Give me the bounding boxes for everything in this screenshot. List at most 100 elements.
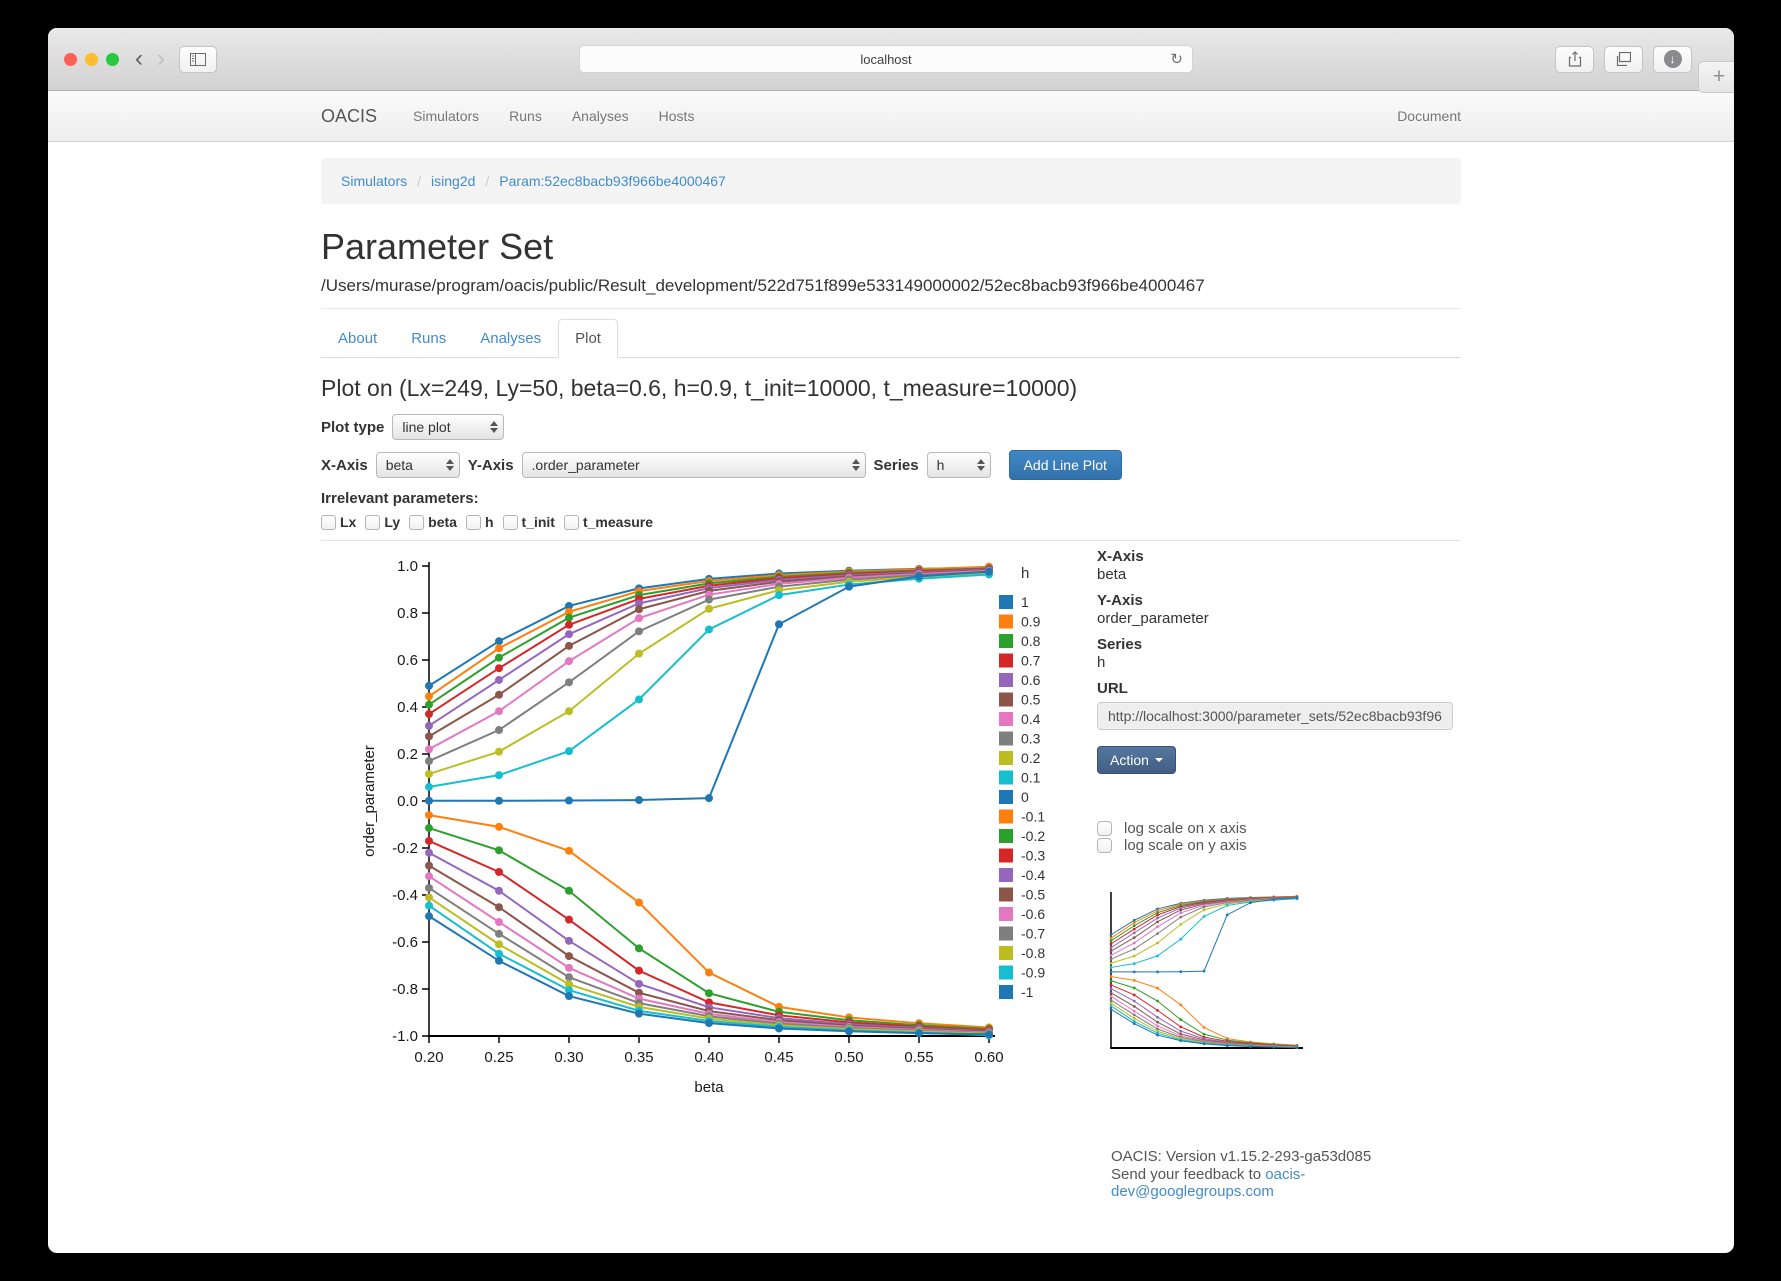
nav-item-hosts[interactable]: Hosts — [659, 108, 695, 124]
log-y-label: log scale on y axis — [1124, 836, 1247, 854]
y-axis-label: Y-Axis — [467, 456, 514, 474]
close-window-button[interactable] — [64, 52, 77, 66]
nav-item-analyses[interactable]: Analyses — [572, 108, 629, 124]
breadcrumb-separator: / — [485, 173, 490, 189]
legend-swatch — [999, 887, 1013, 902]
tab-plot[interactable]: Plot — [558, 319, 618, 358]
tab-analyses[interactable]: Analyses — [463, 319, 558, 358]
checkbox-h[interactable] — [465, 514, 481, 530]
caret-down-icon — [1154, 757, 1163, 762]
breadcrumb-item[interactable]: ising2d — [431, 173, 475, 189]
minimize-window-button[interactable] — [85, 52, 98, 66]
svg-text:-0.4: -0.4 — [392, 887, 418, 904]
svg-text:0.30: 0.30 — [554, 1049, 583, 1066]
svg-text:h: h — [1021, 565, 1029, 582]
brand-oacis[interactable]: OACIS — [321, 106, 377, 127]
legend-swatch — [999, 673, 1013, 687]
sidebar-toggle-button[interactable] — [179, 45, 217, 73]
tab-overview-button[interactable] — [1604, 45, 1643, 73]
legend-swatch — [999, 751, 1013, 765]
checkbox-beta[interactable] — [409, 514, 425, 530]
side-x-axis-value: beta — [1097, 565, 1127, 583]
legend-swatch — [999, 712, 1013, 726]
breadcrumb: Simulators / ising2d / Param:52ec8bacb93f966… — [321, 158, 1461, 204]
checkbox-t_init[interactable] — [502, 514, 518, 530]
tab-runs[interactable]: Runs — [394, 319, 463, 358]
checkbox-lx[interactable] — [321, 514, 336, 530]
legend-swatch — [999, 731, 1013, 746]
plot-section: 1.0 0.8 0.6 0.4 0.2 0.0 -0.2 -0.4 -0.6 -0.8 -1.0 0.… — [321, 540, 1461, 1201]
back-icon[interactable]: ‹ — [135, 47, 143, 71]
action-button-label: Action — [1110, 751, 1149, 768]
plot-type-select[interactable]: line plot — [392, 414, 505, 440]
legend-label: 0.3 — [1021, 731, 1041, 747]
new-tab-button[interactable]: + — [1698, 61, 1734, 93]
legend-label: 0.2 — [1021, 750, 1041, 766]
legend-swatch — [999, 965, 1013, 980]
app-navbar: OACIS Simulators Runs Analyses Hosts Docume… — [48, 91, 1734, 142]
series-select[interactable]: h — [926, 452, 991, 478]
zoom-window-button[interactable] — [106, 52, 119, 66]
share-button[interactable] — [1555, 45, 1594, 73]
legend-label: -0.3 — [1021, 848, 1045, 864]
y-axis-select[interactable]: .order_parameter — [521, 452, 866, 478]
svg-text:beta: beta — [694, 1079, 724, 1096]
svg-text:0.60: 0.60 — [974, 1049, 1003, 1066]
checkbox-label-h: h — [484, 514, 494, 530]
series-value: h — [936, 457, 945, 473]
legend-swatch — [999, 907, 1013, 921]
nav-item-simulators[interactable]: Simulators — [413, 108, 479, 124]
checkbox-t_measure[interactable] — [563, 514, 579, 530]
svg-text:-1.0: -1.0 — [392, 1028, 418, 1045]
svg-text:0.50: 0.50 — [834, 1049, 863, 1066]
page-content: Simulators / ising2d / Param:52ec8bacb93f966… — [306, 158, 1476, 1201]
stepper-icon — [976, 459, 985, 471]
side-series-value: h — [1097, 653, 1106, 671]
nav-items: Simulators Runs Analyses Hosts — [413, 108, 724, 124]
legend-label: 0.7 — [1021, 653, 1041, 669]
action-button[interactable]: Action — [1097, 745, 1176, 774]
svg-text:0.45: 0.45 — [764, 1049, 793, 1066]
checkbox-label-ly: Ly — [384, 514, 401, 530]
address-bar[interactable]: localhost ↻ — [579, 45, 1193, 73]
svg-text:-0.2: -0.2 — [392, 840, 418, 857]
reload-icon[interactable]: ↻ — [1170, 50, 1183, 68]
svg-text:0.4: 0.4 — [397, 699, 418, 716]
side-y-axis-value: order_parameter — [1097, 609, 1209, 627]
legend-label: -0.2 — [1021, 828, 1045, 844]
plot-type-value: line plot — [402, 419, 451, 435]
x-axis-select[interactable]: beta — [375, 452, 460, 478]
legend-label: -0.9 — [1021, 965, 1045, 981]
nav-item-document[interactable]: Document — [1397, 108, 1461, 124]
checkbox-label-lx: Lx — [340, 514, 357, 530]
downloads-button[interactable]: ↓ — [1653, 45, 1692, 73]
log-x-checkbox[interactable] — [1097, 820, 1112, 836]
legend-label: -0.5 — [1021, 887, 1045, 903]
add-line-plot-button[interactable]: Add Line Plot — [1008, 450, 1122, 480]
legend-swatch — [999, 790, 1013, 804]
irrelevant-params-checkboxes: Lx Ly beta h t_init t_measure — [321, 514, 1461, 530]
log-y-checkbox[interactable] — [1097, 837, 1112, 853]
tab-about[interactable]: About — [321, 319, 394, 358]
checkbox-ly[interactable] — [365, 514, 381, 530]
breadcrumb-item[interactable]: Simulators — [341, 173, 407, 189]
side-x-axis-label: X-Axis — [1097, 548, 1144, 565]
plot-side-panel: X-Axis beta Y-Axis order_parameter Serie… — [1097, 541, 1461, 1201]
tabs-icon — [1616, 52, 1631, 66]
svg-text:0.8: 0.8 — [397, 605, 418, 622]
breadcrumb-separator: / — [417, 173, 422, 189]
forward-icon[interactable]: › — [157, 47, 165, 71]
breadcrumb-item[interactable]: Param:52ec8bacb93f966be4000467 — [499, 173, 726, 189]
svg-text:0.25: 0.25 — [484, 1049, 513, 1066]
svg-text:0.2: 0.2 — [397, 746, 418, 763]
legend-label: -0.1 — [1021, 809, 1045, 825]
nav-item-runs[interactable]: Runs — [509, 108, 542, 124]
plot-url-input[interactable] — [1097, 701, 1453, 730]
legend-label: 0.9 — [1021, 614, 1041, 630]
feedback-text: Send your feedback to oacis-dev@googlegr… — [1111, 1166, 1461, 1201]
x-axis-value: beta — [385, 457, 413, 473]
stepper-icon — [445, 459, 454, 471]
history-buttons: ‹ › — [135, 47, 165, 71]
legend-label: 0.6 — [1021, 672, 1041, 688]
svg-text:0.55: 0.55 — [904, 1049, 933, 1066]
